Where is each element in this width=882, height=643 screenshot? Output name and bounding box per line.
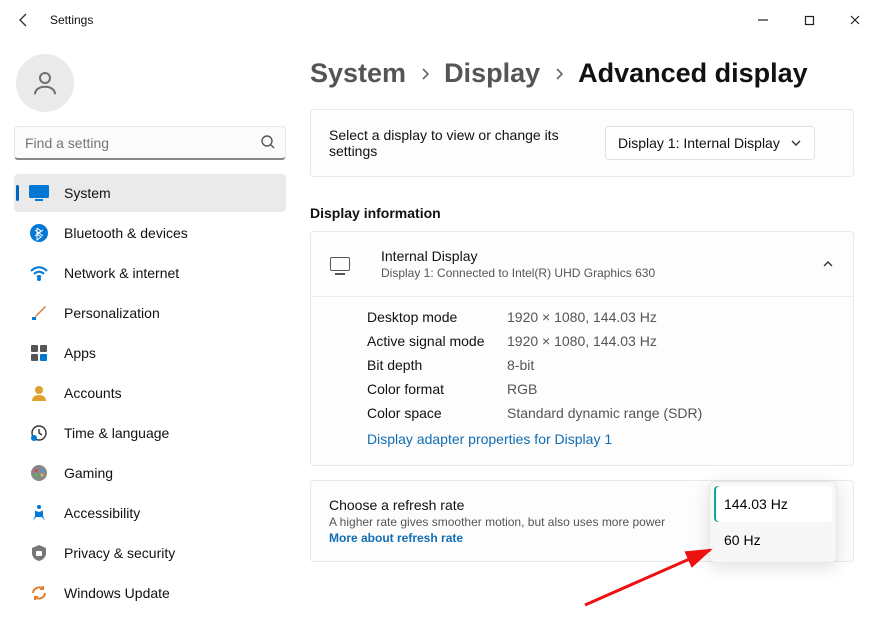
sidebar-item-accounts[interactable]: Accounts xyxy=(14,374,286,412)
apps-icon xyxy=(28,342,50,364)
sidebar-item-label: Apps xyxy=(64,345,96,361)
sidebar-item-label: Windows Update xyxy=(64,585,170,601)
update-icon xyxy=(28,582,50,604)
row-key: Bit depth xyxy=(367,357,507,373)
sidebar-item-network[interactable]: Network & internet xyxy=(14,254,286,292)
row-key: Active signal mode xyxy=(367,333,507,349)
sidebar-item-label: Accounts xyxy=(64,385,122,401)
chevron-right-icon xyxy=(418,67,432,81)
row-value: RGB xyxy=(507,381,537,397)
wifi-icon xyxy=(28,262,50,284)
search-field[interactable] xyxy=(14,126,286,160)
display-name: Internal Display xyxy=(381,248,655,264)
sidebar-item-gaming[interactable]: Gaming xyxy=(14,454,286,492)
sidebar-item-privacy[interactable]: Privacy & security xyxy=(14,534,286,572)
display-connection: Display 1: Connected to Intel(R) UHD Gra… xyxy=(381,266,655,280)
row-value: 1920 × 1080, 144.03 Hz xyxy=(507,309,657,325)
bluetooth-icon xyxy=(28,222,50,244)
avatar[interactable] xyxy=(16,54,74,112)
adapter-properties-link[interactable]: Display adapter properties for Display 1 xyxy=(367,431,835,447)
sidebar-item-label: Personalization xyxy=(64,305,160,321)
minimize-icon xyxy=(757,14,769,26)
minimize-button[interactable] xyxy=(740,0,786,40)
row-key: Desktop mode xyxy=(367,309,507,325)
refresh-option-144[interactable]: 144.03 Hz xyxy=(714,486,832,522)
row-value: Standard dynamic range (SDR) xyxy=(507,405,702,421)
sidebar-item-accessibility[interactable]: Accessibility xyxy=(14,494,286,532)
breadcrumb: System Display Advanced display xyxy=(310,58,854,89)
accessibility-icon xyxy=(28,502,50,524)
breadcrumb-current: Advanced display xyxy=(578,58,808,89)
row-value: 1920 × 1080, 144.03 Hz xyxy=(507,333,657,349)
chevron-right-icon xyxy=(552,67,566,81)
refresh-option-60[interactable]: 60 Hz xyxy=(714,522,832,558)
sidebar-item-label: Network & internet xyxy=(64,265,179,281)
chevron-up-icon xyxy=(821,257,835,271)
brush-icon xyxy=(28,302,50,324)
display-selector-value: Display 1: Internal Display xyxy=(618,135,780,151)
search-icon xyxy=(260,134,276,150)
display-selector[interactable]: Display 1: Internal Display xyxy=(605,126,815,160)
account-icon xyxy=(28,382,50,404)
shield-icon xyxy=(28,542,50,564)
sidebar-item-label: System xyxy=(64,185,111,201)
sidebar-item-label: Bluetooth & devices xyxy=(64,225,188,241)
row-key: Color format xyxy=(367,381,507,397)
close-icon xyxy=(849,14,861,26)
gaming-icon xyxy=(28,462,50,484)
sidebar-item-time[interactable]: Time & language xyxy=(14,414,286,452)
monitor-icon xyxy=(329,253,351,275)
sidebar-item-bluetooth[interactable]: Bluetooth & devices xyxy=(14,214,286,252)
sidebar-item-label: Privacy & security xyxy=(64,545,175,561)
maximize-icon xyxy=(804,15,815,26)
sidebar-item-system[interactable]: System xyxy=(14,174,286,212)
app-title: Settings xyxy=(50,13,93,27)
person-icon xyxy=(30,68,60,98)
row-value: 8-bit xyxy=(507,357,534,373)
display-info-header[interactable]: Internal Display Display 1: Connected to… xyxy=(311,232,853,296)
arrow-left-icon xyxy=(16,12,32,28)
system-icon xyxy=(28,182,50,204)
back-button[interactable] xyxy=(4,0,44,40)
breadcrumb-system[interactable]: System xyxy=(310,58,406,89)
sidebar-item-label: Accessibility xyxy=(64,505,140,521)
row-key: Color space xyxy=(367,405,507,421)
chevron-down-icon xyxy=(790,137,802,149)
sidebar-item-personalization[interactable]: Personalization xyxy=(14,294,286,332)
select-display-label: Select a display to view or change its s… xyxy=(329,127,589,159)
section-title: Display information xyxy=(310,205,854,221)
sidebar-item-label: Time & language xyxy=(64,425,169,441)
clock-icon xyxy=(28,422,50,444)
maximize-button[interactable] xyxy=(786,0,832,40)
breadcrumb-display[interactable]: Display xyxy=(444,58,540,89)
sidebar-item-apps[interactable]: Apps xyxy=(14,334,286,372)
refresh-rate-dropdown: 144.03 Hz 60 Hz xyxy=(709,481,837,563)
close-button[interactable] xyxy=(832,0,878,40)
sidebar-item-update[interactable]: Windows Update xyxy=(14,574,286,612)
search-input[interactable] xyxy=(14,126,286,160)
sidebar-item-label: Gaming xyxy=(64,465,113,481)
